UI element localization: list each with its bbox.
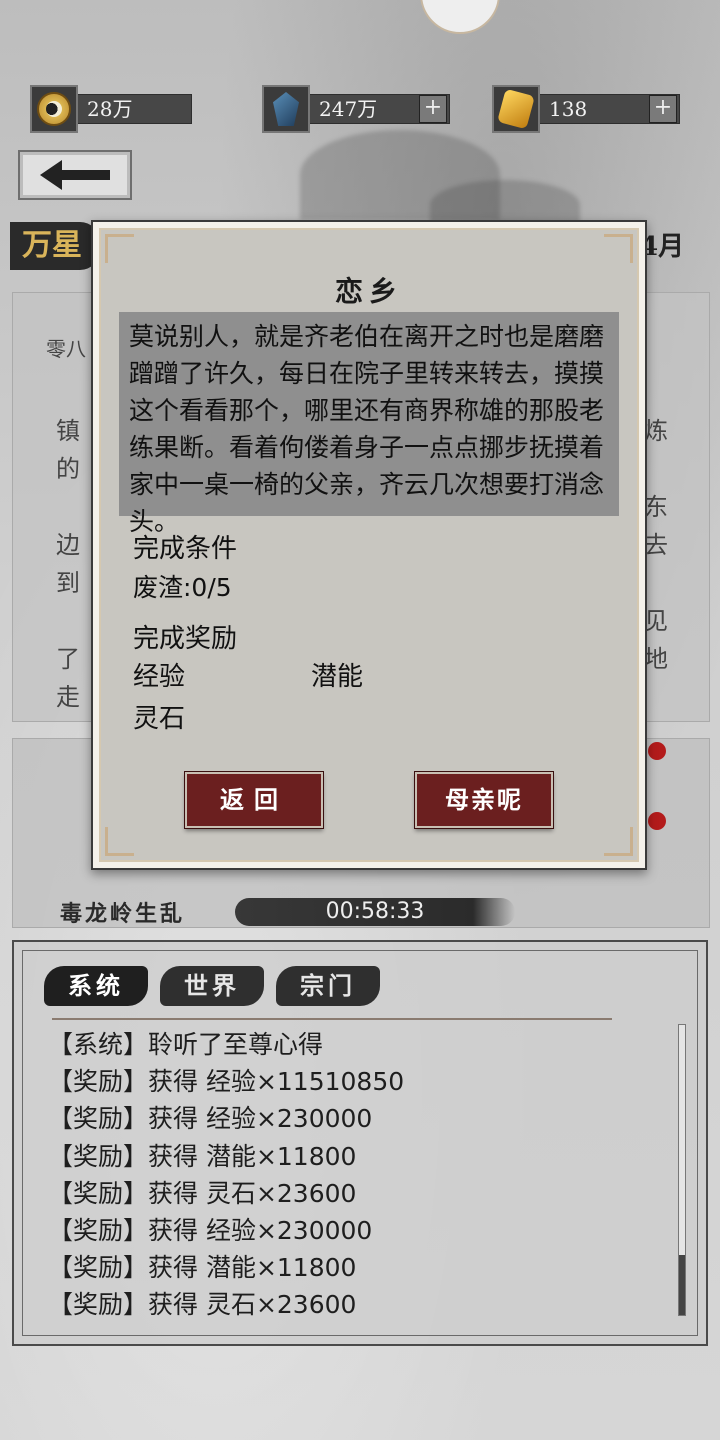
corner-ornament: [105, 827, 134, 856]
notification-dot: [648, 812, 666, 830]
story-fragment: 走: [56, 683, 80, 711]
condition-value: 废渣:0/5: [133, 573, 232, 602]
list-item: 【奖励】获得 灵石×23600: [48, 1290, 357, 1320]
story-fragment: 镇: [56, 417, 80, 445]
dialog-story: 莫说别人，就是齐老伯在离开之时也是磨磨蹭蹭了许久，每日在院子里转来转去，摸摸这个…: [129, 322, 605, 536]
taiji-coin-icon: [30, 85, 78, 133]
list-item: 【奖励】获得 经验×230000: [48, 1104, 373, 1134]
plus-icon[interactable]: +: [649, 95, 677, 123]
corner-ornament: [105, 234, 134, 263]
gold-ingot-icon: [492, 85, 540, 133]
corner-ornament: [604, 234, 633, 263]
resource-value: 28万: [72, 94, 192, 124]
story-fragment: 见: [644, 607, 668, 635]
story-fragment: 边: [56, 531, 80, 559]
arrow-left-icon: [40, 160, 110, 190]
back-button[interactable]: 返回: [185, 772, 323, 828]
page-title: 万星: [10, 222, 100, 270]
reward-item: 经验: [133, 662, 186, 692]
resource-value: 138: [549, 97, 588, 121]
list-item: 【系统】聆听了至尊心得: [48, 1030, 324, 1059]
subtitle: 零八: [46, 337, 86, 361]
story-fragment: 了: [56, 645, 80, 673]
blue-crystal-icon: [262, 85, 310, 133]
event-row[interactable]: 毒龙岭生乱 00:58:33: [60, 896, 516, 928]
reward-item: 灵石: [133, 704, 186, 734]
choice-button[interactable]: 母亲呢: [415, 772, 553, 828]
tab-sect[interactable]: 宗门: [276, 966, 380, 1006]
divider: [52, 1018, 612, 1020]
quest-dialog: 恋乡 莫说别人，就是齐老伯在离开之时也是磨磨蹭蹭了许久，每日在院子里转来转去，摸…: [91, 220, 647, 870]
story-fragment: 东: [644, 493, 668, 521]
plus-icon[interactable]: +: [419, 95, 447, 123]
chat-tabs: 系统 世界 宗门: [44, 966, 380, 1006]
story-fragment: 炼: [644, 417, 668, 445]
story-fragment: 到: [56, 569, 80, 597]
reward-item: 潜能: [311, 662, 364, 692]
notification-dot: [648, 742, 666, 760]
scrollbar[interactable]: [678, 1024, 686, 1316]
story-fragment: 去: [644, 531, 668, 559]
resource-coins: 28万: [30, 84, 192, 134]
chat-panel: 系统 世界 宗门 【系统】聆听了至尊心得 【奖励】获得 经验×11510850 …: [12, 940, 708, 1346]
event-timer: 00:58:33: [235, 898, 516, 926]
chat-log: 【系统】聆听了至尊心得 【奖励】获得 经验×11510850 【奖励】获得 经验…: [48, 1026, 404, 1324]
story-fragment: 地: [644, 645, 668, 673]
tab-world[interactable]: 世界: [160, 966, 264, 1006]
condition-label: 完成条件: [133, 534, 238, 564]
corner-ornament: [604, 827, 633, 856]
list-item: 【奖励】获得 经验×230000: [48, 1215, 373, 1245]
list-item: 【奖励】获得 潜能×11800: [48, 1253, 357, 1283]
resource-ingots: 138 +: [492, 84, 680, 134]
back-button[interactable]: [18, 150, 132, 200]
dialog-title: 恋乡: [334, 275, 403, 308]
tab-system[interactable]: 系统: [44, 966, 148, 1006]
resource-crystals: 247万 +: [262, 84, 450, 134]
list-item: 【奖励】获得 灵石×23600: [48, 1178, 357, 1208]
event-name: 毒龙岭生乱: [60, 901, 186, 927]
list-item: 【奖励】获得 经验×11510850: [48, 1067, 405, 1097]
list-item: 【奖励】获得 潜能×11800: [48, 1141, 357, 1171]
resource-value: 247万: [319, 97, 378, 121]
story-fragment: 的: [56, 455, 80, 483]
reward-label: 完成奖励: [133, 624, 238, 654]
